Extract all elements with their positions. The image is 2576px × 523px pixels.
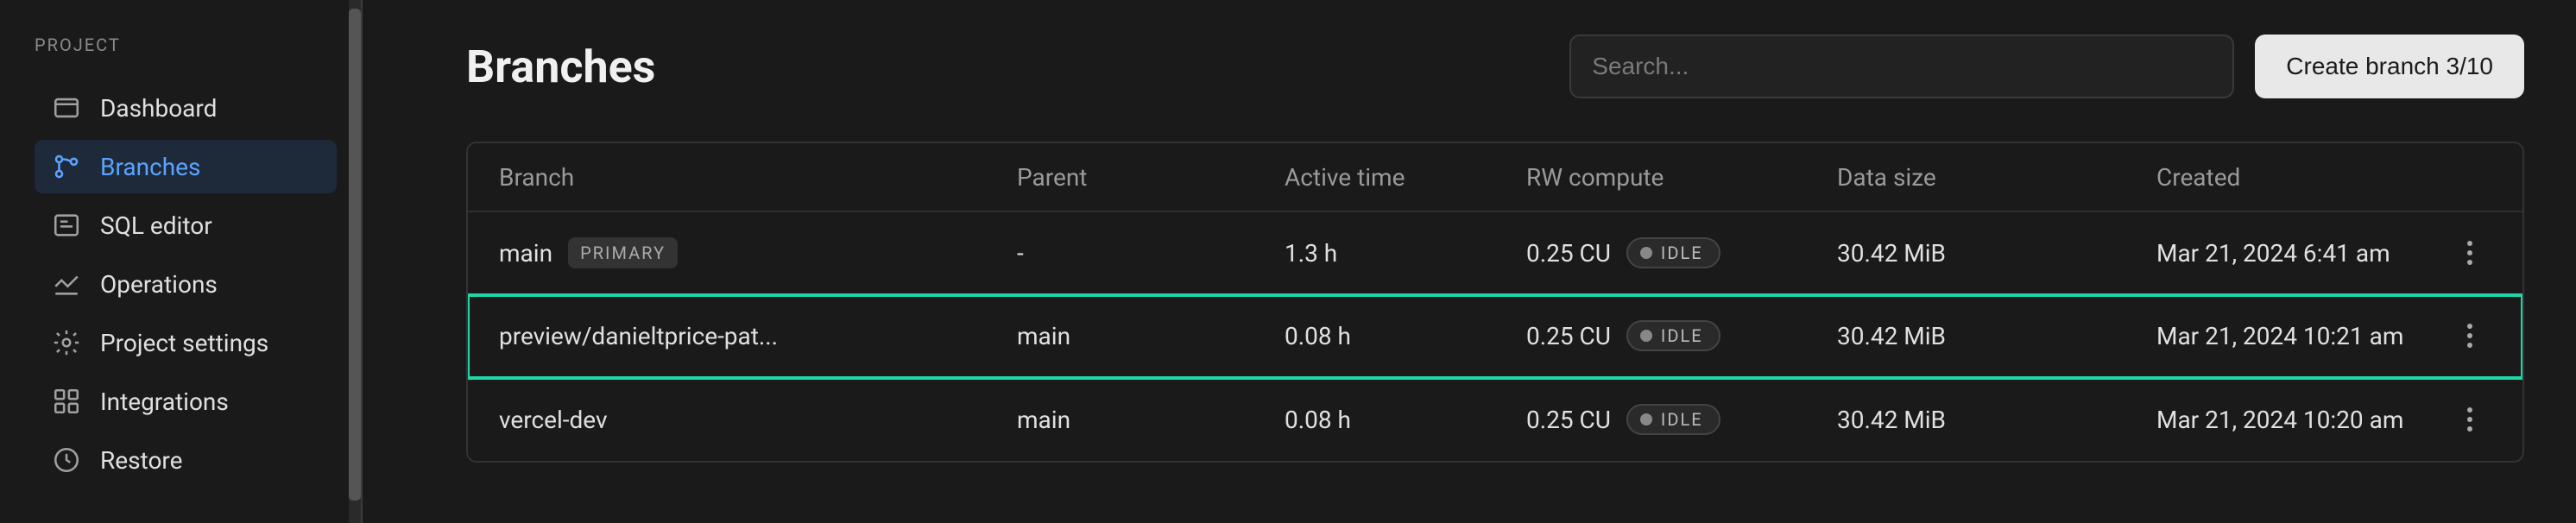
sidebar-section-label: PROJECT [35,35,337,55]
sidebar-item-label: Operations [100,270,218,299]
status-text: IDLE [1661,325,1703,346]
active-time-value: 0.08 h [1285,406,1526,434]
scrollbar[interactable] [349,0,363,523]
dashboard-icon [52,93,81,123]
col-header-parent: Parent [1017,163,1285,192]
branch-name: main [499,239,552,268]
compute-value: 0.25 CU [1526,406,1611,434]
active-time-value: 0.08 h [1285,322,1526,350]
table-header: Branch Parent Active time RW compute Dat… [468,143,2522,212]
branches-icon [52,152,81,181]
size-value: 30.42 MiB [1837,239,2156,268]
row-actions-button[interactable] [2454,320,2485,351]
gear-icon [52,328,81,357]
table-row[interactable]: main PRIMARY - 1.3 h 0.25 CU IDLE 30.42 … [468,212,2522,295]
branch-name: preview/danieltprice-pat... [499,322,778,350]
sidebar: PROJECT Dashboard Branches SQL editor Op… [0,0,363,523]
active-time-value: 1.3 h [1285,239,1526,268]
main-content: Branches Create branch 3/10 Branch Paren… [363,0,2576,523]
compute-value: 0.25 CU [1526,239,1611,268]
branches-table: Branch Parent Active time RW compute Dat… [466,142,2524,463]
branch-name: vercel-dev [499,406,608,434]
sidebar-item-branches[interactable]: Branches [35,140,337,193]
sidebar-item-restore[interactable]: Restore [35,433,337,487]
col-header-created: Created [2156,163,2448,192]
col-header-branch: Branch [499,163,1017,192]
status-badge: IDLE [1626,404,1720,435]
sidebar-item-label: Dashboard [100,94,217,123]
sidebar-item-integrations[interactable]: Integrations [35,375,337,428]
created-value: Mar 21, 2024 10:20 am [2156,406,2448,434]
status-badge: IDLE [1626,320,1720,351]
col-header-size: Data size [1837,163,2156,192]
status-dot-icon [1640,330,1652,342]
page-header: Branches Create branch 3/10 [466,35,2524,98]
sidebar-item-project-settings[interactable]: Project settings [35,316,337,369]
parent-value: main [1017,406,1285,434]
sql-editor-icon [52,211,81,240]
sidebar-items: Dashboard Branches SQL editor Operations… [35,81,337,487]
table-row[interactable]: preview/danieltprice-pat... main 0.08 h … [468,295,2522,378]
search-input[interactable] [1569,35,2234,98]
created-value: Mar 21, 2024 6:41 am [2156,239,2448,268]
primary-badge: PRIMARY [568,237,678,268]
size-value: 30.42 MiB [1837,322,2156,350]
size-value: 30.42 MiB [1837,406,2156,434]
row-actions-button[interactable] [2454,237,2485,268]
col-header-compute: RW compute [1526,163,1837,192]
integrations-icon [52,387,81,416]
table-row[interactable]: vercel-dev main 0.08 h 0.25 CU IDLE 30.4… [468,378,2522,461]
sidebar-item-label: Integrations [100,388,229,416]
sidebar-item-label: SQL editor [100,211,212,240]
status-text: IDLE [1661,409,1703,430]
sidebar-item-operations[interactable]: Operations [35,257,337,311]
operations-icon [52,269,81,299]
sidebar-item-label: Branches [100,153,200,181]
status-badge: IDLE [1626,237,1720,268]
status-text: IDLE [1661,243,1703,263]
create-branch-button[interactable]: Create branch 3/10 [2255,35,2524,98]
sidebar-item-sql-editor[interactable]: SQL editor [35,198,337,252]
col-header-active: Active time [1285,163,1526,192]
parent-value: main [1017,322,1285,350]
row-actions-button[interactable] [2454,404,2485,435]
sidebar-item-label: Restore [100,446,182,475]
scrollbar-thumb[interactable] [349,9,361,501]
page-title: Branches [466,41,1569,93]
restore-icon [52,445,81,475]
created-value: Mar 21, 2024 10:21 am [2156,322,2448,350]
status-dot-icon [1640,247,1652,259]
sidebar-item-label: Project settings [100,329,268,357]
compute-value: 0.25 CU [1526,322,1611,350]
sidebar-item-dashboard[interactable]: Dashboard [35,81,337,135]
status-dot-icon [1640,413,1652,425]
parent-value: - [1017,239,1285,268]
